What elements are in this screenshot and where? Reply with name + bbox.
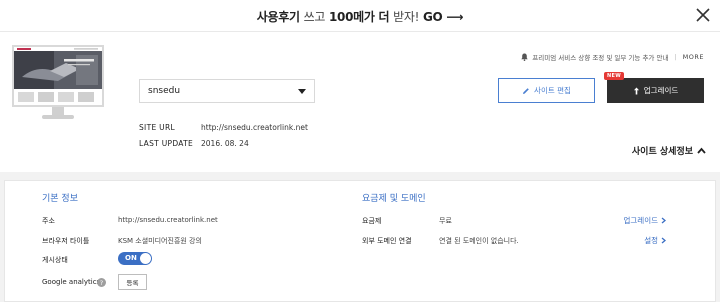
caret-down-icon <box>298 89 306 94</box>
publish-toggle[interactable]: ON <box>118 252 152 265</box>
google-analytics-label: Google analytics <box>42 278 101 286</box>
promo-text-5: GO <box>423 10 443 24</box>
domain-settings-label: 설정 <box>644 236 658 245</box>
site-select-value: snsedu <box>148 86 181 96</box>
notice-link[interactable]: 프리미엄 서비스 상향 조정 및 일부 기능 추가 안내 <box>532 52 668 62</box>
address-value[interactable]: http://snsedu.creatorlink.net <box>118 216 218 224</box>
publish-status-label: 게시상태 <box>42 256 68 264</box>
detail-panel <box>4 180 716 302</box>
thumbnail-image <box>14 47 102 105</box>
browser-title-value: KSM 소셜미디어진흥원 강의 <box>118 237 202 245</box>
bell-icon <box>521 53 528 61</box>
plan-value: 무료 <box>439 217 452 225</box>
arrow-right-icon: ⟶ <box>446 10 464 24</box>
site-select[interactable]: snsedu <box>139 79 315 103</box>
last-update-value: 2016. 08. 24 <box>201 139 249 148</box>
divider: | <box>674 53 677 61</box>
svg-text:?: ? <box>100 279 103 287</box>
toggle-knob <box>140 253 151 264</box>
promo-text-3: 100메가 더 <box>328 10 390 24</box>
upgrade-label: 업그레이드 <box>643 86 679 95</box>
browser-title-label: 브라우저 타이틀 <box>42 237 90 245</box>
chevron-right-icon <box>661 237 666 244</box>
plan-domain-title: 요금제 및 도메인 <box>362 194 426 204</box>
pencil-icon <box>523 87 529 94</box>
external-domain-label: 외부 도메인 연결 <box>362 237 412 245</box>
promo-link[interactable]: 사용후기 쓰고 100메가 더 받자! GO ⟶ <box>0 8 720 25</box>
domain-settings-link[interactable]: 설정 <box>644 235 666 246</box>
chevron-up-icon <box>697 147 706 154</box>
site-thumbnail[interactable] <box>12 45 104 121</box>
address-label: 주소 <box>42 217 55 225</box>
register-button[interactable]: 등록 <box>118 274 147 290</box>
thumbnail-screen <box>12 45 104 107</box>
external-domain-value: 연결 된 도메인이 없습니다. <box>439 237 519 245</box>
upload-icon <box>633 87 639 94</box>
site-detail-toggle[interactable]: 사이트 상세정보 <box>632 144 706 157</box>
promo-bar: 사용후기 쓰고 100메가 더 받자! GO ⟶ <box>0 0 720 32</box>
last-update-label: LAST UPDATE <box>139 139 194 148</box>
promo-text-2: 쓰고 <box>303 10 326 24</box>
plan-upgrade-label: 업그레이드 <box>623 216 659 225</box>
close-icon[interactable] <box>694 6 712 24</box>
monitor-stand <box>52 107 64 115</box>
more-link[interactable]: MORE <box>683 53 704 61</box>
site-url-value[interactable]: http://snsedu.creatorlink.net <box>201 123 308 132</box>
chevron-right-icon <box>661 217 666 224</box>
notice-row: 프리미엄 서비스 상향 조정 및 일부 기능 추가 안내 | MORE <box>521 52 704 62</box>
edit-site-button[interactable]: 사이트 편집 <box>498 78 595 103</box>
new-badge: NEW <box>604 72 625 80</box>
register-label: 등록 <box>126 279 139 287</box>
basic-info-title: 기본 정보 <box>42 194 78 204</box>
promo-text-1: 사용후기 <box>256 10 300 24</box>
upgrade-button[interactable]: 업그레이드 <box>607 78 704 103</box>
edit-site-label: 사이트 편집 <box>534 86 571 95</box>
plan-upgrade-link[interactable]: 업그레이드 <box>623 215 666 226</box>
help-icon[interactable]: ? <box>97 278 106 287</box>
monitor-base <box>42 115 74 119</box>
publish-toggle-label: ON <box>125 254 137 262</box>
site-url-label: SITE URL <box>139 123 175 132</box>
plan-label: 요금제 <box>362 217 382 225</box>
promo-text-4: 받자! <box>393 10 420 24</box>
site-detail-label: 사이트 상세정보 <box>631 147 693 157</box>
